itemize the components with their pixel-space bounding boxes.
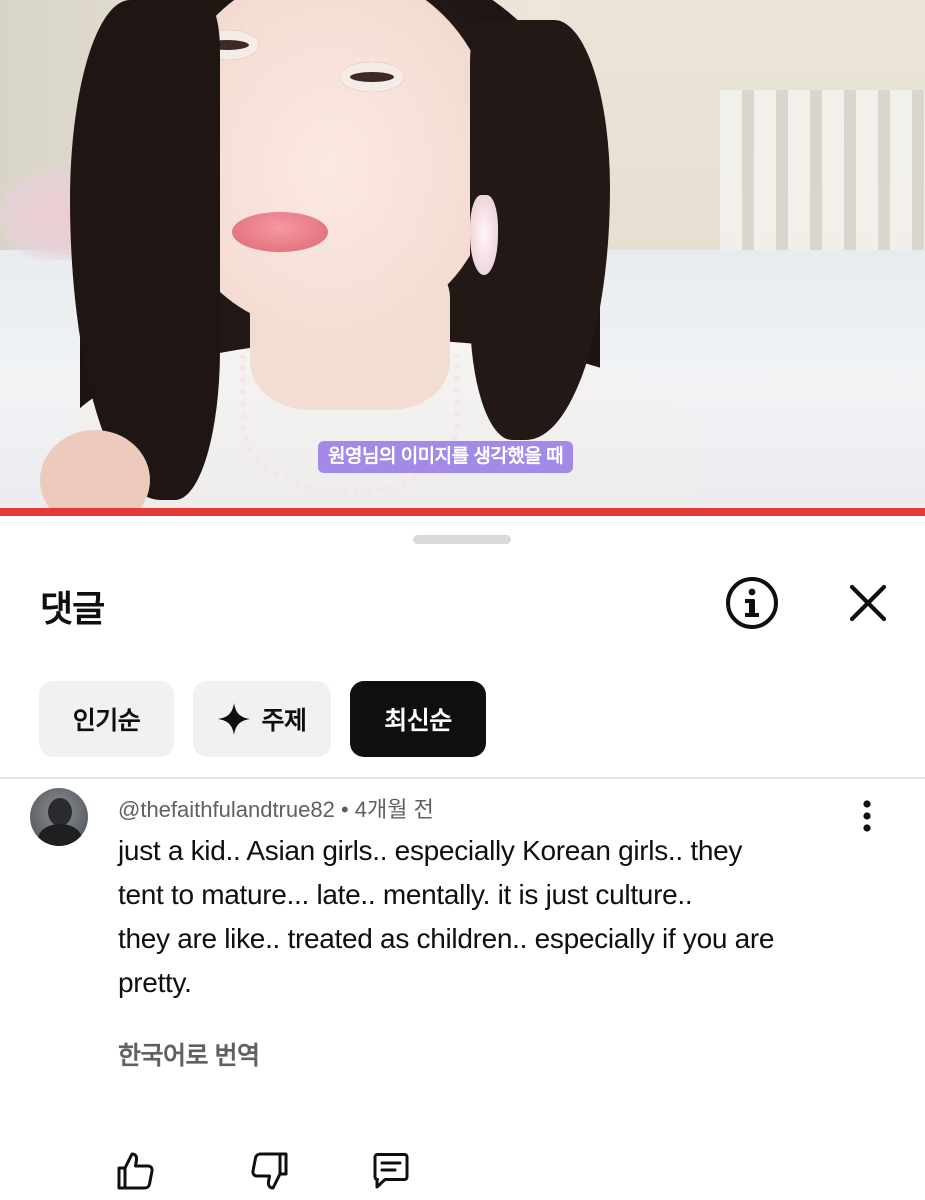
dislike-button[interactable]: [245, 1146, 295, 1196]
comment-text: just a kid.. Asian girls.. especially Ko…: [118, 829, 858, 1005]
sort-chip-popular[interactable]: 인기순: [39, 681, 174, 757]
avatar-body: [38, 824, 82, 846]
translate-link[interactable]: 한국어로 번역: [118, 1036, 260, 1072]
sort-chip-label: 주제: [261, 707, 307, 735]
video-person-earring: [470, 195, 498, 275]
comment-timestamp: 4개월 전: [354, 797, 434, 822]
sparkle-icon: [218, 703, 251, 735]
divider: [0, 777, 925, 779]
comments-sheet: 댓글 인기순 주제 최신순 @thefaithfulandtrue82 • 4개…: [0, 516, 925, 1200]
dislike-icon: [251, 1152, 288, 1190]
close-button[interactable]: [840, 575, 896, 631]
video-progress-bar[interactable]: [0, 508, 925, 516]
sort-chip-topic[interactable]: 주제: [193, 681, 331, 757]
info-button[interactable]: [724, 575, 780, 631]
sort-chip-label: 최신순: [384, 707, 452, 735]
like-button[interactable]: [110, 1146, 160, 1196]
comment-line: pretty.: [118, 967, 192, 998]
comment-meta: @thefaithfulandtrue82 • 4개월 전: [118, 792, 434, 824]
avatar[interactable]: [30, 788, 88, 846]
sort-chip-label: 인기순: [72, 707, 141, 735]
video-person-lips: [232, 212, 328, 252]
like-icon: [117, 1152, 154, 1190]
close-icon: [849, 584, 887, 622]
sheet-drag-handle[interactable]: [413, 535, 511, 544]
comment-author[interactable]: @thefaithfulandtrue82: [118, 797, 335, 822]
avatar-head: [48, 798, 72, 826]
sort-chip-newest[interactable]: 최신순: [350, 681, 486, 757]
reply-button[interactable]: [366, 1146, 416, 1196]
comment-line: tent to mature... late.. mentally. it is…: [118, 879, 693, 910]
meta-separator: •: [340, 797, 349, 822]
video-person-eye-right: [340, 62, 404, 92]
video-subtitle: 원영님의 이미지를 생각했을 때: [318, 441, 574, 473]
video-person-necklace: [240, 355, 460, 495]
reply-icon: [373, 1153, 409, 1189]
video-player[interactable]: 원영님의 이미지를 생각했을 때: [0, 0, 925, 516]
comments-title: 댓글: [40, 588, 105, 629]
comment-line: they are like.. treated as children.. es…: [118, 923, 775, 954]
comment-line: just a kid.. Asian girls.. especially Ko…: [118, 835, 743, 866]
info-circle-icon: [726, 577, 778, 629]
